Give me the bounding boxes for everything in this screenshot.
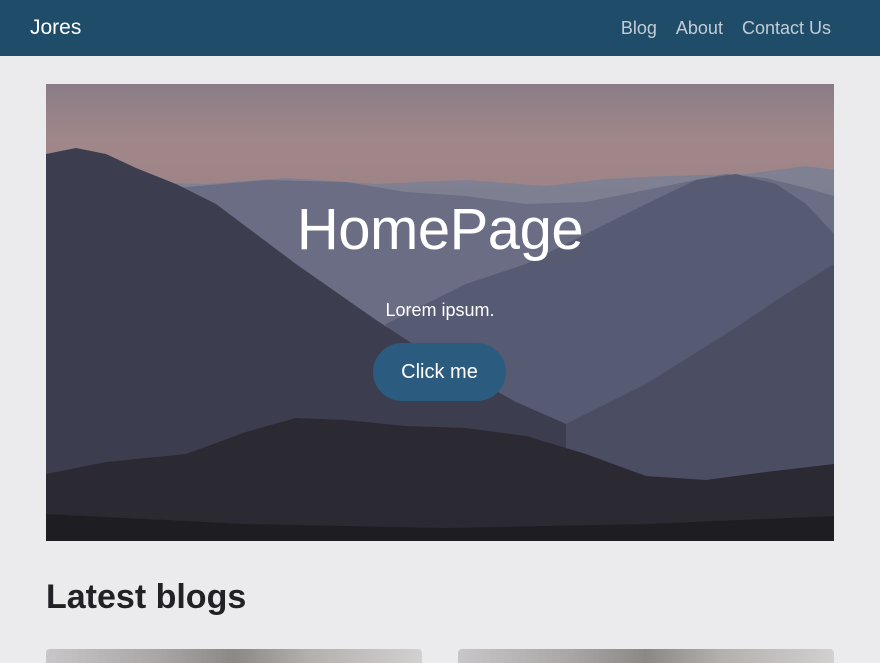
nav-link-blog[interactable]: Blog bbox=[621, 18, 657, 39]
blog-card-2-thumbnail[interactable] bbox=[458, 649, 834, 663]
nav-link-about[interactable]: About bbox=[676, 18, 723, 39]
top-navbar: Jores Blog About Contact Us bbox=[0, 0, 880, 56]
blog-card-1-thumbnail[interactable] bbox=[46, 649, 422, 663]
hero-subtitle: Lorem ipsum. bbox=[385, 300, 495, 320]
hero-title: HomePage bbox=[296, 197, 584, 262]
latest-blogs-heading: Latest blogs bbox=[46, 578, 247, 616]
nav-link-contact-us[interactable]: Contact Us bbox=[742, 18, 831, 39]
click-me-button[interactable]: Click me bbox=[373, 343, 506, 401]
brand-logo-link[interactable]: Jores bbox=[30, 16, 81, 40]
nav-links: Blog About Contact Us bbox=[621, 18, 831, 39]
hero-banner: HomePage Lorem ipsum. Click me bbox=[46, 84, 834, 541]
